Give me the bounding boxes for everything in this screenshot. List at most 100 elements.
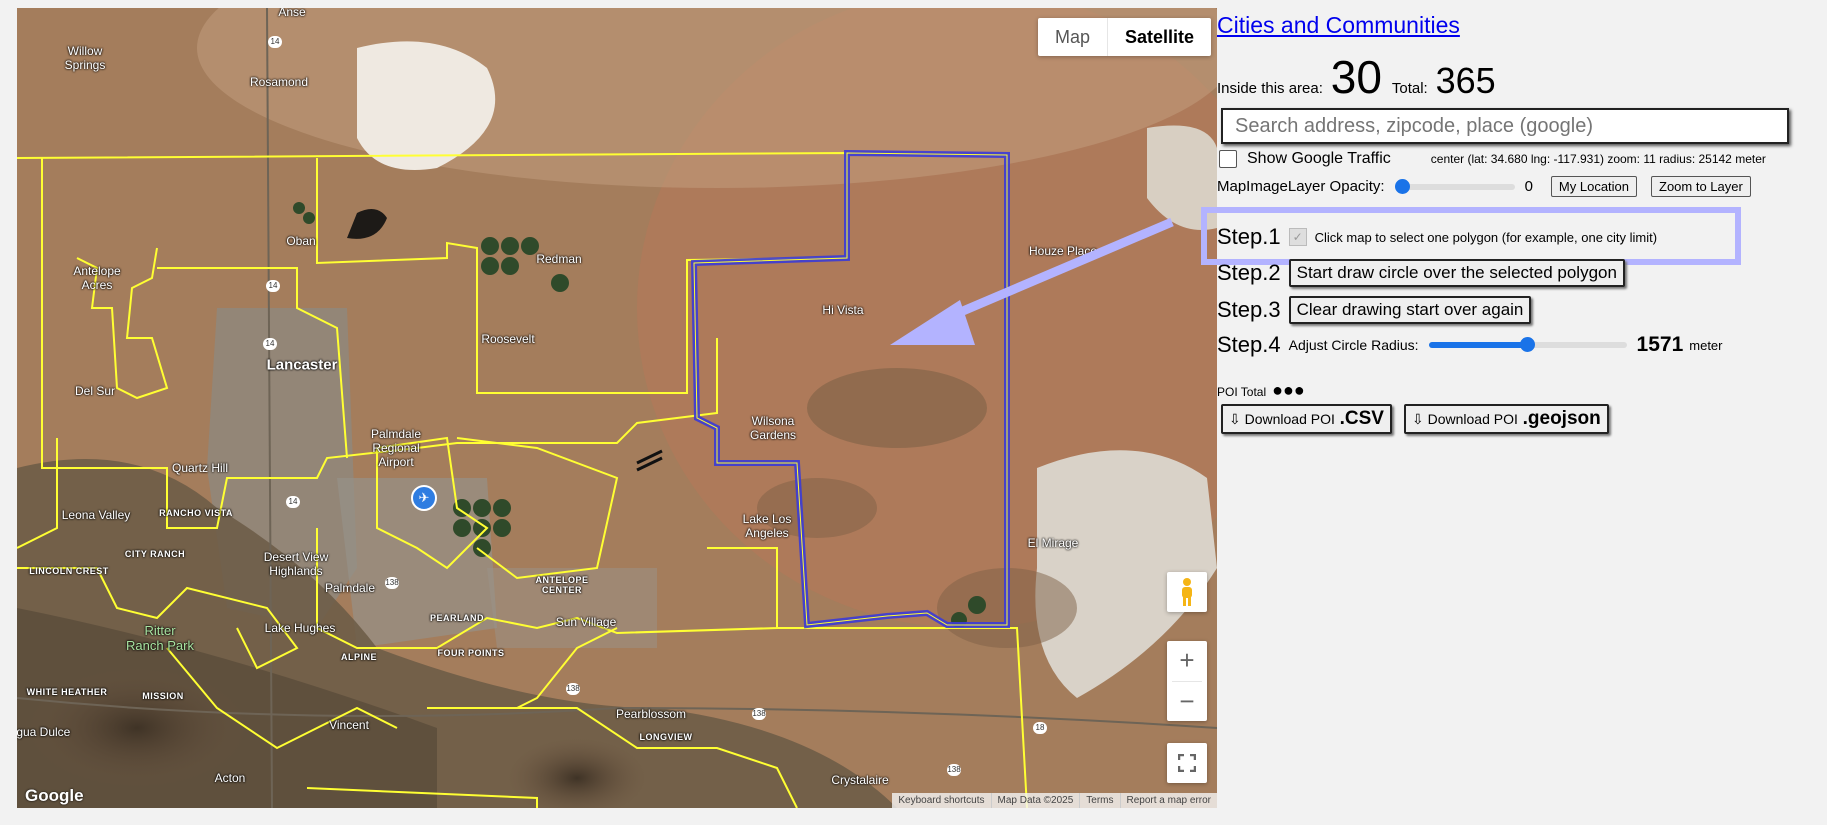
map-place-label: RANCHO VISTA bbox=[159, 508, 233, 518]
airport-icon[interactable]: ✈ bbox=[411, 485, 437, 511]
my-location-button[interactable]: My Location bbox=[1550, 176, 1638, 197]
inside-count: 30 bbox=[1330, 51, 1382, 103]
map-place-label: Vincent bbox=[329, 718, 369, 732]
step1-number: Step.1 bbox=[1217, 224, 1281, 249]
radius-slider-fill bbox=[1428, 342, 1528, 348]
satellite-imagery bbox=[17, 8, 1217, 808]
step2-number: Step.2 bbox=[1217, 260, 1281, 285]
google-logo: Google bbox=[25, 786, 84, 805]
step3-row: Step.3 Clear drawing start over again bbox=[1217, 296, 1532, 324]
map-place-label: Palmdale Regional Airport bbox=[370, 427, 422, 469]
poi-total-label: POI Total bbox=[1217, 385, 1267, 399]
map-place-label: WHITE HEATHER bbox=[26, 687, 108, 697]
map-canvas[interactable]: Anse Willow Springs Rosamond Oban Redman Antel… bbox=[17, 8, 1217, 808]
map-place-label: LINCOLN CREST bbox=[29, 566, 109, 576]
map-place-label: Oban bbox=[286, 234, 316, 248]
map-place-label: Hi Vista bbox=[822, 303, 864, 317]
opacity-slider[interactable] bbox=[1394, 178, 1515, 194]
terms-link[interactable]: Terms bbox=[1079, 793, 1119, 808]
download-csv-button[interactable]: ⇩ Download POI .CSV bbox=[1221, 404, 1392, 434]
traffic-row: Show Google Traffic center (lat: 34.680 … bbox=[1219, 150, 1766, 168]
total-label: Total: bbox=[1391, 80, 1428, 97]
map-type-map-button[interactable]: Map bbox=[1038, 18, 1109, 56]
zoom-to-layer-button[interactable]: Zoom to Layer bbox=[1651, 176, 1751, 197]
step1-text: Click map to select one polygon (for exa… bbox=[1314, 229, 1658, 245]
radius-slider-knob[interactable] bbox=[1520, 337, 1536, 352]
opacity-label: MapImageLayer Opacity: bbox=[1217, 178, 1385, 195]
side-panel: Cities and Communities Inside this area:… bbox=[1201, 0, 1827, 825]
zoom-out-button[interactable]: − bbox=[1167, 681, 1207, 721]
total-count: 365 bbox=[1435, 60, 1496, 101]
map-place-label: Del Sur bbox=[74, 384, 116, 398]
keyboard-shortcuts-link[interactable]: Keyboard shortcuts bbox=[892, 793, 990, 808]
map-place-label: El Mirage bbox=[1027, 536, 1079, 550]
map-place-label: Ritter Ranch Park bbox=[126, 623, 194, 653]
map-place-label: Lake Hughes bbox=[264, 621, 336, 635]
map-place-label: Leona Valley bbox=[61, 508, 131, 522]
map-place-label: Roosevelt bbox=[481, 332, 535, 346]
map-place-label: MISSION bbox=[142, 691, 184, 701]
map-place-label: ANTELOPE CENTER bbox=[535, 575, 589, 595]
poi-total: POI Total ●●● bbox=[1217, 380, 1305, 401]
step4-label: Adjust Circle Radius: bbox=[1288, 337, 1419, 353]
clear-drawing-button[interactable]: Clear drawing start over again bbox=[1288, 296, 1532, 324]
map-place-label: Sun Village bbox=[555, 615, 617, 629]
zoom-in-button[interactable]: + bbox=[1167, 641, 1207, 681]
map-place-label: Rosamond bbox=[249, 75, 309, 89]
map-place-label: Crystalaire bbox=[831, 773, 889, 787]
inside-label: Inside this area: bbox=[1217, 80, 1323, 97]
radius-value: 1571 bbox=[1636, 333, 1684, 356]
download-csv-label: .CSV bbox=[1339, 408, 1384, 429]
start-draw-circle-button[interactable]: Start draw circle over the selected poly… bbox=[1288, 259, 1625, 287]
highway-shield: 138 bbox=[752, 708, 766, 720]
highway-shield: 14 bbox=[286, 496, 300, 508]
map-place-label: Desert View Highlands bbox=[263, 550, 329, 578]
step3-number: Step.3 bbox=[1217, 297, 1281, 322]
map-place-label: ALPINE bbox=[340, 652, 378, 662]
map-place-label: Pearblossom bbox=[615, 707, 687, 721]
map-place-label: LONGVIEW bbox=[639, 732, 693, 742]
map-place-label: Quartz Hill bbox=[171, 461, 229, 475]
highway-shield: 138 bbox=[566, 683, 580, 695]
highway-shield: 138 bbox=[385, 577, 399, 589]
map-place-label: Houze Place bbox=[1028, 244, 1098, 258]
map-type-satellite-button[interactable]: Satellite bbox=[1108, 18, 1211, 56]
map-place-label: Anse bbox=[278, 8, 306, 19]
highway-shield: 14 bbox=[263, 338, 277, 350]
map-place-label: PEARLAND bbox=[429, 613, 485, 623]
opacity-row: MapImageLayer Opacity: 0 My Location Zoo… bbox=[1217, 176, 1751, 197]
fullscreen-icon[interactable] bbox=[1167, 743, 1207, 783]
radius-unit: meter bbox=[1689, 337, 1723, 353]
map-data-text: Map Data ©2025 bbox=[990, 793, 1080, 808]
map-place-label: Acton bbox=[214, 771, 246, 785]
map-place-label: Wilsona Gardens bbox=[749, 414, 797, 442]
count-summary: Inside this area: 30 Total: 365 bbox=[1217, 50, 1496, 104]
map-place-label: FOUR POINTS bbox=[437, 648, 505, 658]
map-place-label: Palmdale bbox=[324, 581, 376, 595]
traffic-checkbox[interactable] bbox=[1219, 150, 1237, 168]
map-place-label: agua Dulce bbox=[17, 725, 71, 739]
report-error-link[interactable]: Report a map error bbox=[1119, 793, 1217, 808]
highway-shield: 138 bbox=[947, 764, 961, 776]
map-attribution: Keyboard shortcuts Map Data ©2025 Terms … bbox=[892, 793, 1217, 808]
center-info: center (lat: 34.680 lng: -117.931) zoom:… bbox=[1430, 152, 1766, 166]
radius-slider[interactable] bbox=[1428, 337, 1627, 352]
step1-row: Step.1 ✓ Click map to select one polygon… bbox=[1217, 224, 1657, 250]
search-input[interactable] bbox=[1221, 108, 1789, 144]
cities-communities-link[interactable]: Cities and Communities bbox=[1217, 12, 1460, 39]
map-place-label: Lancaster bbox=[266, 356, 338, 374]
download-geojson-label: .geojson bbox=[1522, 408, 1601, 429]
download-csv-prefix: ⇩ Download POI bbox=[1229, 411, 1335, 427]
step2-row: Step.2 Start draw circle over the select… bbox=[1217, 259, 1625, 287]
download-geojson-prefix: ⇩ Download POI bbox=[1412, 411, 1518, 427]
download-geojson-button[interactable]: ⇩ Download POI .geojson bbox=[1404, 404, 1609, 434]
highway-shield: 14 bbox=[268, 36, 282, 48]
poi-total-value: ●●● bbox=[1272, 380, 1305, 400]
opacity-slider-knob[interactable] bbox=[1394, 178, 1410, 194]
map-type-control: Map Satellite bbox=[1038, 18, 1212, 56]
highway-shield: 14 bbox=[266, 280, 280, 292]
traffic-label: Show Google Traffic bbox=[1247, 150, 1391, 167]
step4-number: Step.4 bbox=[1217, 332, 1281, 357]
map-place-label: CITY RANCH bbox=[124, 549, 186, 559]
street-view-pegman-icon[interactable] bbox=[1167, 572, 1207, 612]
